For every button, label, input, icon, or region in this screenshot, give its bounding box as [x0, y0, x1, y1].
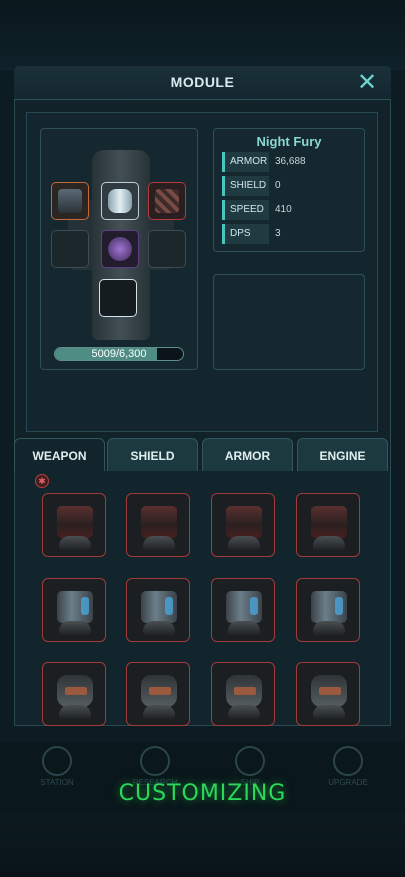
stat-row-shield: SHIELD 0: [222, 176, 358, 196]
weapon-filter-icon[interactable]: ✱: [35, 474, 49, 488]
inventory-item[interactable]: [296, 578, 360, 642]
turret-icon: [57, 506, 93, 538]
hull-health-text: 5009/6,300: [91, 348, 147, 360]
stat-label: ARMOR: [230, 156, 268, 167]
close-button[interactable]: ✕: [354, 70, 380, 96]
stat-label: DPS: [230, 228, 251, 239]
ship-slot-weapon[interactable]: [51, 182, 89, 220]
turret-icon: [57, 591, 93, 623]
turret-base: [143, 705, 175, 719]
turret-icon: [311, 506, 347, 538]
turret-base: [228, 705, 260, 719]
tab-armor[interactable]: ARMOR: [202, 438, 293, 472]
turret-base: [228, 536, 260, 550]
ship-icon: [235, 746, 265, 776]
inventory-item[interactable]: [42, 578, 106, 642]
status-banner: CUSTOMIZING: [118, 781, 287, 806]
turret-base: [59, 705, 91, 719]
stat-value: 3: [275, 228, 281, 239]
engine-module-icon: [108, 237, 132, 261]
inventory-item[interactable]: [126, 578, 190, 642]
ship-slot-empty[interactable]: [148, 230, 186, 268]
stat-label: SPEED: [230, 204, 264, 215]
inventory-item[interactable]: [42, 662, 106, 726]
turret-icon: [311, 591, 347, 623]
turret-base: [313, 705, 345, 719]
turret-icon: [58, 189, 82, 213]
inventory-item[interactable]: [211, 578, 275, 642]
ship-slot-shield[interactable]: [101, 182, 139, 220]
stat-row-dps: DPS 3: [222, 224, 358, 244]
turret-icon: [141, 675, 177, 707]
stat-row-armor: ARMOR 36,688: [222, 152, 358, 172]
research-icon: [140, 746, 170, 776]
turret-icon: [226, 506, 262, 538]
shield-module-icon: [108, 189, 132, 213]
stat-value: 410: [275, 204, 292, 215]
turret-base: [59, 536, 91, 550]
stat-value: 36,688: [275, 156, 306, 167]
turret-icon: [57, 675, 93, 707]
page-title: MODULE: [170, 74, 235, 90]
tab-weapon[interactable]: WEAPON: [14, 438, 105, 472]
turret-base: [143, 621, 175, 635]
armor-module-icon: [155, 189, 179, 213]
module-description-box: [213, 274, 365, 370]
stat-value: 0: [275, 180, 281, 191]
inventory-item[interactable]: [211, 493, 275, 557]
station-icon: [42, 746, 72, 776]
inventory-item[interactable]: [126, 493, 190, 557]
top-background: [0, 0, 405, 70]
turret-icon: [226, 591, 262, 623]
tab-shield[interactable]: SHIELD: [107, 438, 198, 472]
turret-icon: [311, 675, 347, 707]
turret-base: [313, 536, 345, 550]
inventory-item[interactable]: [296, 662, 360, 726]
ship-slot-empty-white[interactable]: [99, 279, 137, 317]
turret-icon: [141, 591, 177, 623]
ship-slot-engine[interactable]: [101, 230, 139, 268]
turret-base: [313, 621, 345, 635]
stat-label: SHIELD: [230, 180, 267, 191]
inventory-item[interactable]: [296, 493, 360, 557]
inventory-item[interactable]: [126, 662, 190, 726]
turret-base: [143, 536, 175, 550]
ship-name: Night Fury: [256, 134, 322, 149]
turret-base: [59, 621, 91, 635]
ship-slot-armor[interactable]: [148, 182, 186, 220]
upgrade-icon: [333, 746, 363, 776]
turret-icon: [226, 675, 262, 707]
ship-slot-empty[interactable]: [51, 230, 89, 268]
inventory-item[interactable]: [42, 493, 106, 557]
stat-row-speed: SPEED 410: [222, 200, 358, 220]
inventory-item[interactable]: [211, 662, 275, 726]
bottom-fade: [0, 812, 405, 877]
tab-engine[interactable]: ENGINE: [297, 438, 388, 472]
turret-icon: [141, 506, 177, 538]
turret-base: [228, 621, 260, 635]
